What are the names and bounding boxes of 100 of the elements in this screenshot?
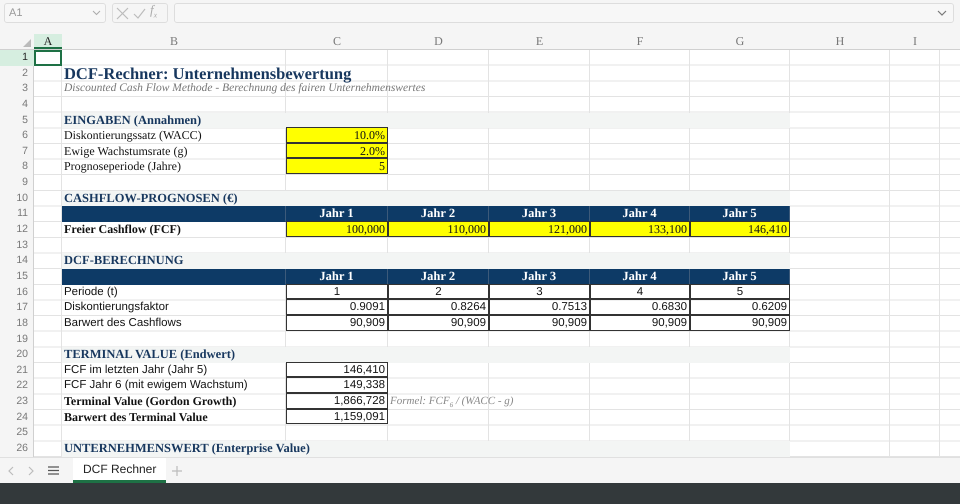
section-heading: EINGABEN (Annahmen)	[62, 112, 790, 128]
row-number[interactable]: 22	[0, 378, 34, 394]
chevron-down-icon	[92, 10, 101, 16]
chevron-right-icon[interactable]	[28, 466, 34, 476]
cancel-icon[interactable]	[116, 6, 129, 20]
sheet-tab[interactable]: DCF Rechner	[73, 458, 166, 483]
table-header-cell: Jahr 3	[489, 206, 590, 222]
row-number[interactable]: 5	[0, 112, 34, 128]
chevron-down-icon	[937, 10, 947, 16]
plus-icon[interactable]	[172, 466, 182, 476]
row-number[interactable]: 10	[0, 190, 34, 206]
table-cell: 0.7513	[489, 299, 590, 315]
table-cell: 133,100	[590, 221, 690, 237]
column-header[interactable]: H	[790, 34, 890, 49]
table-cell: 1,159,091	[286, 408, 388, 424]
row-number[interactable]: 23	[0, 394, 34, 410]
row-number[interactable]: 16	[0, 284, 34, 300]
table-cell: 0.9091	[286, 299, 388, 315]
column-header[interactable]: F	[590, 34, 690, 49]
row-label: Terminal Value (Gordon Growth)	[63, 394, 238, 410]
row-label: Diskontierungsfaktor	[63, 300, 170, 316]
table-cell: 1	[286, 284, 388, 300]
table-cell: 1,866,728	[286, 393, 388, 409]
select-all-icon[interactable]	[23, 39, 31, 47]
row-label: Freier Cashflow (FCF)	[63, 222, 182, 238]
sheet-subtitle: Discounted Cash Flow Methode - Berechnung des fairen Unternehmenswertes	[63, 82, 426, 96]
column-header[interactable]: I	[890, 34, 940, 49]
row-label: Ewige Wachstumsrate (g)	[63, 144, 188, 160]
table-header-cell: Jahr 1	[286, 268, 388, 285]
row-number[interactable]: 17	[0, 300, 34, 316]
column-header[interactable]: B	[62, 34, 286, 49]
table-cell: 0.8264	[388, 299, 489, 315]
table-header-cell: Jahr 5	[690, 268, 790, 285]
table-cell: 90,909	[388, 314, 489, 331]
table-header-cell: Jahr 1	[286, 206, 388, 222]
row-number[interactable]: 15	[0, 268, 34, 285]
table-cell: 90,909	[690, 314, 790, 331]
name-box[interactable]: A1	[4, 3, 106, 23]
table-cell: 3	[489, 284, 590, 300]
check-icon[interactable]	[133, 8, 146, 18]
input-cell[interactable]: 2.0%	[286, 142, 388, 158]
active-cell[interactable]	[34, 50, 62, 66]
row-number[interactable]: 12	[0, 222, 34, 238]
column-header[interactable]: E	[489, 34, 590, 49]
table-cell: 4	[590, 284, 690, 300]
row-number[interactable]: 24	[0, 410, 34, 426]
formula-note: Formel: FCF$_{6}$ / (WACC - g)	[389, 394, 514, 410]
row-label: FCF im letzten Jahr (Jahr 5)	[63, 362, 208, 378]
input-cell[interactable]: 10.0%	[286, 127, 388, 143]
row-number[interactable]: 18	[0, 316, 34, 332]
sheet-title: DCF-Rechner: Unternehmensbewertung	[63, 66, 352, 82]
table-cell: 90,909	[286, 314, 388, 331]
table-cell: 90,909	[590, 314, 690, 331]
row-number[interactable]: 21	[0, 362, 34, 378]
section-heading: CASHFLOW-PROGNOSEN (€)	[62, 190, 790, 206]
table-header-cell: Jahr 3	[489, 268, 590, 285]
row-number[interactable]: 13	[0, 238, 34, 254]
table-cell: 100,000	[286, 221, 388, 237]
table-cell: 146,410	[286, 362, 388, 378]
section-heading: TERMINAL VALUE (Endwert)	[62, 347, 790, 363]
row-label: Barwert des Terminal Value	[63, 410, 209, 426]
row-number[interactable]: 11	[0, 206, 34, 222]
table-header-cell: Jahr 2	[388, 268, 489, 285]
row-number[interactable]: 14	[0, 253, 34, 269]
row-number[interactable]: 7	[0, 144, 34, 160]
table-cell: 146,410	[690, 221, 790, 237]
row-number[interactable]: 19	[0, 332, 34, 348]
row-number[interactable]: 26	[0, 441, 34, 457]
table-header-cell: Jahr 4	[590, 206, 690, 222]
row-number[interactable]: 4	[0, 96, 34, 113]
row-number[interactable]: 1	[0, 50, 34, 66]
column-header[interactable]: G	[690, 34, 790, 49]
section-heading: UNTERNEHMENSWERT (Enterprise Value)	[62, 441, 790, 457]
column-header[interactable]: A	[34, 34, 62, 49]
input-cell[interactable]: 5	[286, 158, 388, 174]
table-header-cell: Jahr 2	[388, 206, 489, 222]
table-cell: 110,000	[388, 221, 489, 237]
row-number[interactable]: 8	[0, 159, 34, 176]
table-cell: 0.6830	[590, 299, 690, 315]
menu-icon[interactable]	[48, 466, 59, 475]
section-heading: DCF-BERECHNUNG	[62, 253, 790, 269]
row-number[interactable]: 20	[0, 347, 34, 363]
table-cell: 90,909	[489, 314, 590, 331]
row-number[interactable]: 9	[0, 175, 34, 191]
row-number[interactable]: 25	[0, 425, 34, 442]
cell-reference: A1	[9, 7, 22, 19]
formula-input[interactable]	[174, 3, 954, 23]
table-cell: 2	[388, 284, 489, 300]
row-label: Barwert des Cashflows	[63, 316, 183, 331]
row-number[interactable]: 3	[0, 81, 34, 97]
row-label: Periode (t)	[63, 284, 119, 300]
row-label: Prognoseperiode (Jahre)	[63, 159, 182, 176]
column-header[interactable]: D	[388, 34, 489, 49]
column-header[interactable]: C	[286, 34, 388, 49]
chevron-left-icon[interactable]	[8, 466, 14, 476]
row-number[interactable]: 2	[0, 66, 34, 82]
table-header-cell: Jahr 5	[690, 206, 790, 222]
insert-function-button[interactable]: f$_{x}$	[150, 3, 158, 23]
row-number[interactable]: 6	[0, 128, 34, 144]
table-cell: 0.6209	[690, 299, 790, 315]
